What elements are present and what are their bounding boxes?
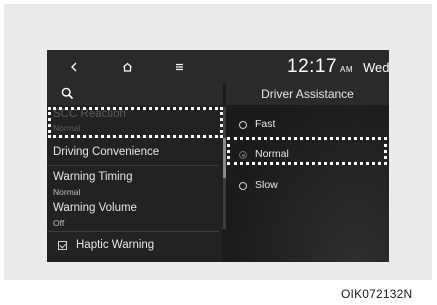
menu-item-warning-timing-value: Normal [53, 187, 81, 197]
radio-slow[interactable] [239, 182, 247, 190]
status-bar: 12:17AM Wed, Oc [47, 50, 389, 83]
figure-caption: OIK072132N [341, 287, 413, 301]
panel-title: Driver Assistance [226, 83, 389, 105]
infotainment-screen: 12:17AM Wed, Oc SCC Reaction Normal Driv… [47, 50, 389, 262]
menu-item-haptic-warning[interactable]: Haptic Warning [76, 239, 154, 251]
search-icon[interactable] [61, 87, 74, 105]
haptic-warning-checkbox[interactable] [58, 241, 67, 250]
menu-item-driving-convenience[interactable]: Driving Convenience [53, 146, 159, 158]
divider [47, 165, 219, 166]
home-icon[interactable] [115, 50, 139, 83]
highlight-scc-reaction [48, 107, 223, 138]
back-icon[interactable] [62, 50, 86, 83]
highlight-normal-option [227, 137, 387, 165]
figure-frame: 12:17AM Wed, Oc SCC Reaction Normal Driv… [4, 4, 432, 280]
clock-time: 12:17 AM [287, 56, 354, 77]
menu-item-warning-volume[interactable]: Warning Volume [53, 202, 137, 214]
option-fast-label[interactable]: Fast [255, 118, 275, 130]
driver-assistance-panel: Driver Assistance Fast Normal Slow [226, 83, 389, 262]
search-bar[interactable] [47, 83, 223, 105]
option-slow-label[interactable]: Slow [255, 179, 278, 191]
menu-icon[interactable] [167, 50, 191, 83]
menu-item-warning-volume-value: Off [53, 218, 65, 228]
clock-ampm: AM [340, 65, 354, 74]
divider [47, 231, 219, 232]
clock-date: Wed, Oc [363, 60, 389, 75]
menu-item-warning-timing[interactable]: Warning Timing [53, 171, 132, 183]
radio-fast[interactable] [239, 121, 247, 129]
